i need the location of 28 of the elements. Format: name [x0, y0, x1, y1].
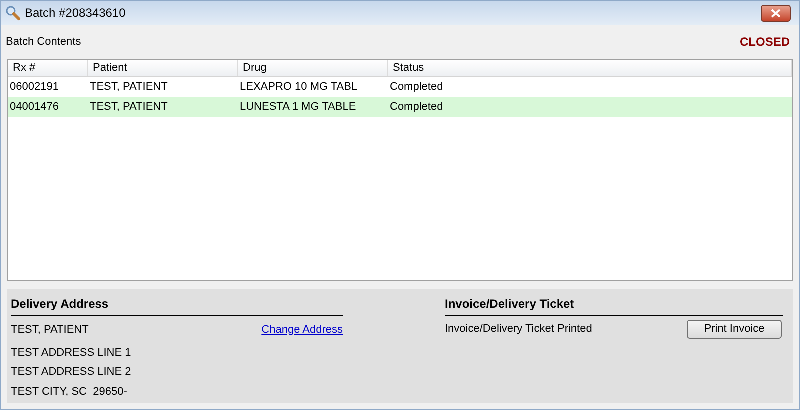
- print-invoice-button[interactable]: Print Invoice: [687, 320, 782, 339]
- batch-status: CLOSED: [740, 34, 790, 51]
- table-cell-text: Completed: [389, 80, 444, 95]
- panel-heading: Delivery Address: [11, 295, 343, 316]
- column-header[interactable]: Status: [388, 60, 792, 76]
- table-row[interactable]: 04001476 TEST, PATIENT LUNESTA 1 MG TABLE Completed: [8, 97, 792, 117]
- table-cell-text: LEXAPRO 10 MG TABL: [239, 80, 359, 95]
- table-cell-text: Completed: [389, 100, 444, 115]
- panel-heading: Invoice/Delivery Ticket: [445, 295, 783, 316]
- close-icon: [771, 8, 781, 18]
- address-name: TEST, PATIENT: [11, 323, 89, 338]
- table-cell-text: TEST, PATIENT: [89, 80, 169, 95]
- close-button[interactable]: [761, 4, 791, 22]
- section-title: Batch Contents: [6, 34, 82, 50]
- table-cell-text: 04001476: [9, 100, 60, 115]
- invoice-status: Invoice/Delivery Ticket Printed: [445, 322, 592, 338]
- address-line: TEST ADDRESS LINE 1: [11, 346, 132, 360]
- column-header[interactable]: Drug: [238, 60, 388, 76]
- column-header[interactable]: Rx #: [8, 60, 88, 76]
- window-title: Batch #208343610: [25, 5, 126, 22]
- address-line: TEST ADDRESS LINE 2: [11, 365, 132, 380]
- column-header[interactable]: Patient: [88, 60, 238, 76]
- magnifier-icon: [5, 5, 21, 21]
- table-cell-text: LUNESTA 1 MG TABLE: [239, 100, 358, 115]
- change-address-link[interactable]: Change Address: [262, 322, 343, 338]
- address-line: TEST CITY, SC 29650-: [11, 384, 128, 400]
- table-cell-text: 06002191: [9, 80, 60, 95]
- table-cell-text: TEST, PATIENT: [89, 100, 169, 115]
